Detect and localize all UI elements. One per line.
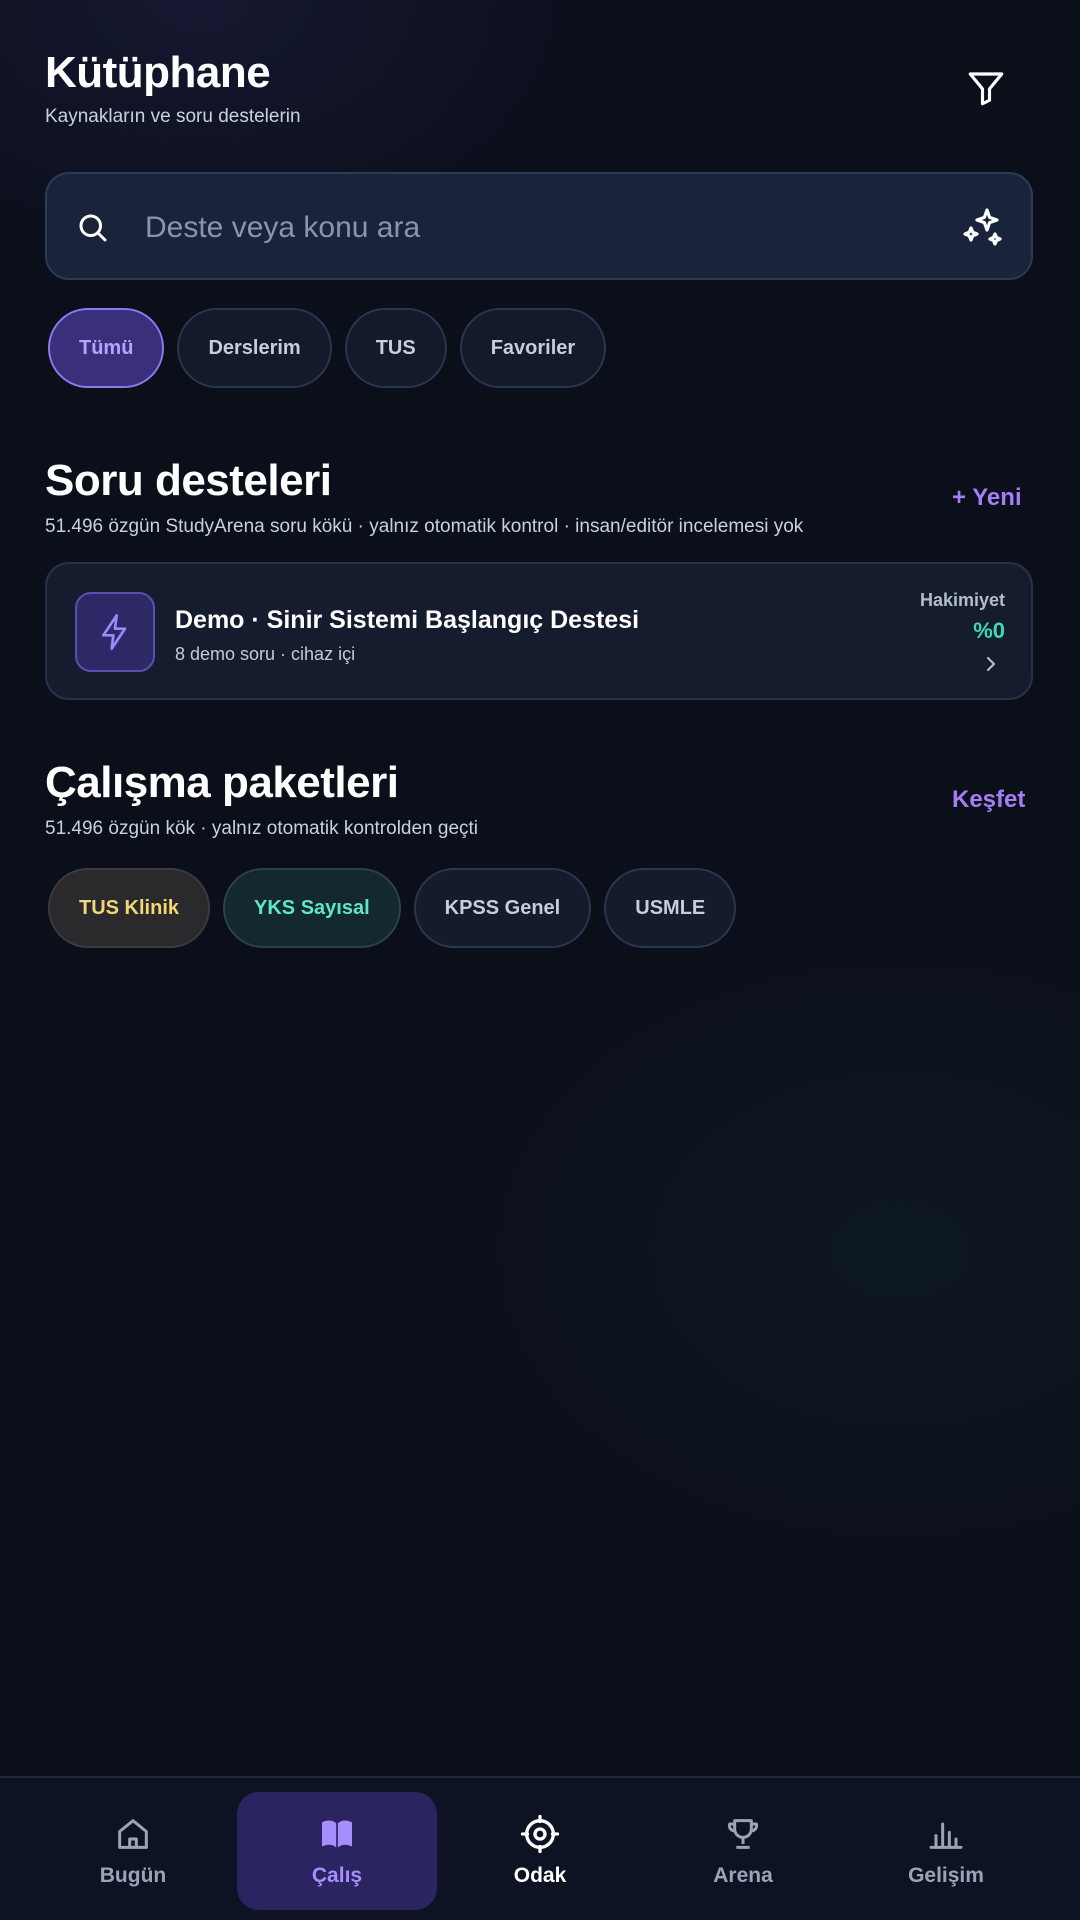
discover-link[interactable]: Keşfet <box>952 786 1025 814</box>
packs-section-header: Çalışma paketleri 51.496 özgün kök · yal… <box>45 758 478 840</box>
filter-chip-my-courses[interactable]: Derslerim <box>177 308 332 388</box>
new-deck-link[interactable]: + Yeni <box>952 484 1022 512</box>
decks-section-title: Soru desteleri <box>45 456 332 505</box>
filter-chip-all[interactable]: Tümü <box>48 308 165 388</box>
filter-chip-favorites[interactable]: Favoriler <box>459 308 607 388</box>
nav-item-today[interactable]: Bugün <box>33 1792 233 1910</box>
nav-label-focus: Odak <box>513 1864 567 1887</box>
filter-icon <box>968 72 1004 106</box>
nav-item-progress[interactable]: Gelişim <box>846 1792 1046 1910</box>
mastery-label: Hakimiyet <box>919 590 1005 610</box>
deck-card[interactable]: Demo · Sinir Sistemi Başlangıç Destesi 8… <box>45 562 1033 700</box>
nav-label-progress: Gelişim <box>908 1864 984 1887</box>
trophy-icon <box>727 1819 759 1849</box>
deck-title: Demo · Sinir Sistemi Başlangıç Destesi <box>175 606 640 634</box>
sparkles-icon[interactable] <box>959 204 1007 252</box>
pack-chip-kpss-genel[interactable]: KPSS Genel <box>413 868 592 948</box>
filter-chips: Tümü Derslerim TUS Favoriler <box>48 308 607 388</box>
packs-section-title: Çalışma paketleri <box>45 758 399 807</box>
page-title: Kütüphane <box>45 48 271 97</box>
search-bar <box>45 172 1033 280</box>
deck-icon-box <box>75 592 155 672</box>
page-header: Kütüphane Kaynakların ve soru destelerin <box>45 48 301 128</box>
target-icon <box>520 1814 560 1854</box>
pack-chip-usmle[interactable]: USMLE <box>604 868 737 948</box>
decks-section-subtitle: 51.496 özgün StudyArena soru kökü · yaln… <box>45 516 804 537</box>
page-subtitle: Kaynakların ve soru destelerin <box>45 106 301 127</box>
pack-chip-tus-klinik[interactable]: TUS Klinik <box>48 868 211 948</box>
filter-button[interactable] <box>958 60 1014 116</box>
search-input[interactable] <box>145 200 905 256</box>
nav-label-arena: Arena <box>713 1864 773 1887</box>
bottom-nav: Bugün Çalış Odak Arena Gelişim <box>0 1776 1080 1920</box>
pack-chip-yks-sayisal[interactable]: YKS Sayısal <box>223 868 401 948</box>
chevron-right-icon <box>986 656 996 672</box>
bar-chart-icon <box>929 1822 963 1849</box>
nav-item-focus[interactable]: Odak <box>440 1792 640 1910</box>
deck-meta: 8 demo soru · cihaz içi <box>175 644 356 664</box>
nav-item-arena[interactable]: Arena <box>643 1792 843 1910</box>
book-icon <box>322 1820 352 1848</box>
decks-section-header: Soru desteleri 51.496 özgün StudyArena s… <box>45 456 803 538</box>
lightning-icon <box>102 614 127 650</box>
pack-chips: TUS Klinik YKS Sayısal KPSS Genel USMLE <box>48 868 737 948</box>
mastery-value: %0 <box>973 618 1005 643</box>
home-icon <box>118 1819 148 1849</box>
filter-chip-tus[interactable]: TUS <box>344 308 447 388</box>
nav-item-study[interactable]: Çalış <box>237 1792 437 1910</box>
packs-section-subtitle: 51.496 özgün kök · yalnız otomatik kontr… <box>45 818 479 839</box>
nav-label-today: Bugün <box>99 1864 167 1887</box>
search-icon <box>79 214 107 242</box>
nav-label-study: Çalış <box>311 1864 363 1887</box>
